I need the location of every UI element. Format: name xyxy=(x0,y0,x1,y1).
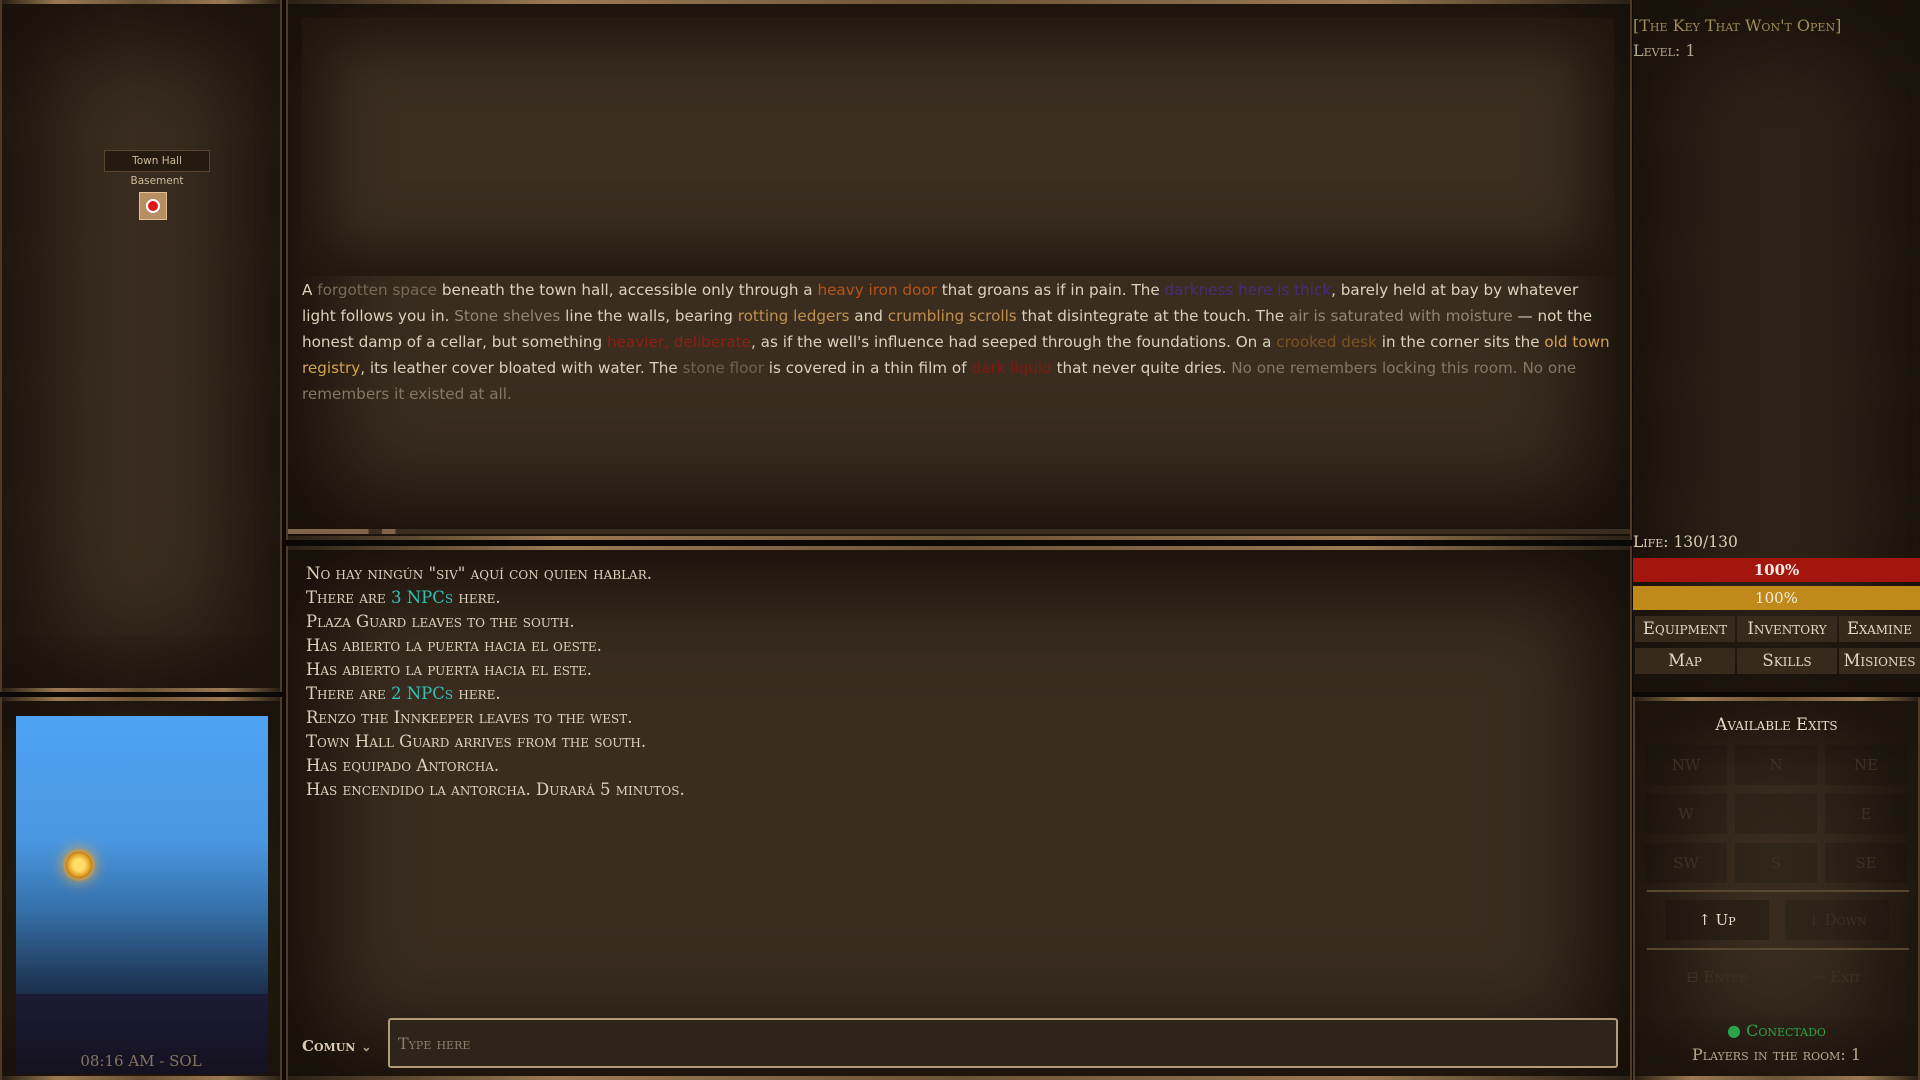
sun-icon xyxy=(66,852,92,878)
description-text: in the corner sits the xyxy=(1376,333,1545,351)
current-room-marker[interactable] xyxy=(139,192,167,220)
chat-highlight: 2 NPCs xyxy=(390,684,454,703)
chat-message: Has encendido la antorcha. Durará 5 minu… xyxy=(306,778,1606,802)
exits-divider xyxy=(1647,890,1909,892)
life-bar: 100% xyxy=(1633,558,1920,582)
chat-text: Town Hall Guard arrives from the south. xyxy=(306,732,647,751)
description-text: beneath the town hall, accessible only t… xyxy=(437,281,818,299)
chat-highlight: 3 NPCs xyxy=(390,588,454,607)
description-keyword[interactable]: air is saturated with moisture xyxy=(1289,307,1513,325)
exit-n-button[interactable]: N xyxy=(1735,745,1817,785)
exit-nw-button[interactable]: NW xyxy=(1645,745,1727,785)
room-image xyxy=(302,18,1614,276)
room-description: A forgotten space beneath the town hall,… xyxy=(302,277,1614,407)
exit-se-button[interactable]: SE xyxy=(1825,843,1907,883)
character-sidebar: [The Key That Won't Open] Level: 1 Life:… xyxy=(1633,0,1920,692)
description-text: , its leather cover bloated with water. … xyxy=(360,359,683,377)
enter-button[interactable]: ⊟ Enter xyxy=(1665,957,1769,997)
chat-message: There are 2 NPCs here. xyxy=(306,682,1606,706)
exit-center xyxy=(1735,794,1817,834)
chat-message: Has equipado Antorcha. xyxy=(306,754,1606,778)
channel-select[interactable]: Comun ⌄ xyxy=(302,1032,378,1060)
chat-text: Has abierto la puerta hacia el este. xyxy=(306,660,593,679)
panel-divider xyxy=(288,529,1630,534)
players-count: Players in the room: 1 xyxy=(1691,1045,1862,1064)
room-panel: A forgotten space beneath the town hall,… xyxy=(286,0,1632,540)
description-text: line the walls, bearing xyxy=(560,307,738,325)
description-keyword[interactable]: Stone shelves xyxy=(454,307,560,325)
description-keyword[interactable]: dark liquid xyxy=(971,359,1051,377)
sky-panel: 08:16 AM - SOL xyxy=(0,697,282,1080)
description-keyword[interactable]: forgotten space xyxy=(317,281,437,299)
minimap-panel: Town Hall Basement xyxy=(0,0,282,692)
chat-message: No hay ningún "siv" aquí con quien habla… xyxy=(306,562,1606,586)
chat-text: There are xyxy=(306,588,391,607)
exit-sw-button[interactable]: SW xyxy=(1645,843,1727,883)
sky-view xyxy=(16,716,268,994)
description-keyword[interactable]: stone floor xyxy=(683,359,764,377)
description-text: A xyxy=(302,281,318,299)
description-text: and xyxy=(849,307,888,325)
missions-button[interactable]: Misiones xyxy=(1839,648,1920,674)
exit-up-button[interactable]: ↑ Up xyxy=(1665,900,1769,940)
channel-label: Comun xyxy=(302,1037,356,1055)
description-text: that groans as if in pain. The xyxy=(936,281,1165,299)
equipment-button[interactable]: Equipment xyxy=(1635,616,1735,642)
chat-message: Plaza Guard leaves to the south. xyxy=(306,610,1606,634)
exit-ne-button[interactable]: NE xyxy=(1825,745,1907,785)
chat-message: Renzo the Innkeeper leaves to the west. xyxy=(306,706,1606,730)
exit-building-button[interactable]: → Exit xyxy=(1785,957,1889,997)
description-text: that never quite dries. xyxy=(1051,359,1232,377)
mana-bar: 100% xyxy=(1633,586,1920,610)
chat-message: Has abierto la puerta hacia el oeste. xyxy=(306,634,1606,658)
map-button[interactable]: Map xyxy=(1635,648,1735,674)
chat-text: No hay ningún "siv" aquí con quien habla… xyxy=(306,564,652,583)
exit-down-button[interactable]: ↓ Down xyxy=(1785,900,1889,940)
exits-divider-2 xyxy=(1647,948,1909,950)
description-text: , as if the well's influence had seeped … xyxy=(751,333,1277,351)
examine-button[interactable]: Examine xyxy=(1839,616,1920,642)
chat-text: Has abierto la puerta hacia el oeste. xyxy=(306,636,602,655)
chat-input[interactable] xyxy=(388,1018,1618,1068)
game-clock: 08:16 AM - SOL xyxy=(80,1052,202,1070)
chat-message: There are 3 NPCs here. xyxy=(306,586,1606,610)
exits-title: Available Exits xyxy=(1715,715,1838,734)
chat-log: No hay ningún "siv" aquí con quien habla… xyxy=(306,562,1606,802)
description-keyword[interactable]: darkness here is thick xyxy=(1165,281,1332,299)
inventory-button[interactable]: Inventory xyxy=(1737,616,1837,642)
exit-w-button[interactable]: W xyxy=(1645,794,1727,834)
description-keyword[interactable]: rotting ledgers xyxy=(738,307,850,325)
chat-text: Has equipado Antorcha. xyxy=(306,756,500,775)
exits-panel: Available Exits NW N NE W E SW S SE ↑ Up… xyxy=(1633,697,1920,1080)
chat-text: There are xyxy=(306,684,391,703)
description-text: that disintegrate at the touch. The xyxy=(1016,307,1289,325)
chat-text: Has encendido la antorcha. Durará 5 minu… xyxy=(306,780,685,799)
quest-title[interactable]: [The Key That Won't Open] xyxy=(1633,16,1841,35)
quest-level: Level: 1 xyxy=(1633,41,1696,60)
minimap-room-label: Town Hall Basement xyxy=(104,150,210,187)
exit-s-button[interactable]: S xyxy=(1735,843,1817,883)
exit-e-button[interactable]: E xyxy=(1825,794,1907,834)
chat-text: Plaza Guard leaves to the south. xyxy=(306,612,575,631)
skills-button[interactable]: Skills xyxy=(1737,648,1837,674)
chat-panel: No hay ningún "siv" aquí con quien habla… xyxy=(286,546,1632,1080)
description-keyword[interactable]: crooked desk xyxy=(1276,333,1377,351)
chat-text: Renzo the Innkeeper leaves to the west. xyxy=(306,708,633,727)
life-label: Life: 130/130 xyxy=(1633,533,1738,551)
chat-message: Has abierto la puerta hacia el este. xyxy=(306,658,1606,682)
chat-text: here. xyxy=(453,684,501,703)
description-text: is covered in a thin film of xyxy=(763,359,972,377)
description-keyword[interactable]: heavier, deliberate xyxy=(607,333,751,351)
chevron-down-icon: ⌄ xyxy=(361,1040,372,1054)
connection-status: ● Conectado xyxy=(1727,1021,1826,1040)
description-keyword[interactable]: heavy iron door xyxy=(817,281,936,299)
chat-message: Town Hall Guard arrives from the south. xyxy=(306,730,1606,754)
description-keyword[interactable]: crumbling scrolls xyxy=(888,307,1017,325)
chat-text: here. xyxy=(453,588,501,607)
